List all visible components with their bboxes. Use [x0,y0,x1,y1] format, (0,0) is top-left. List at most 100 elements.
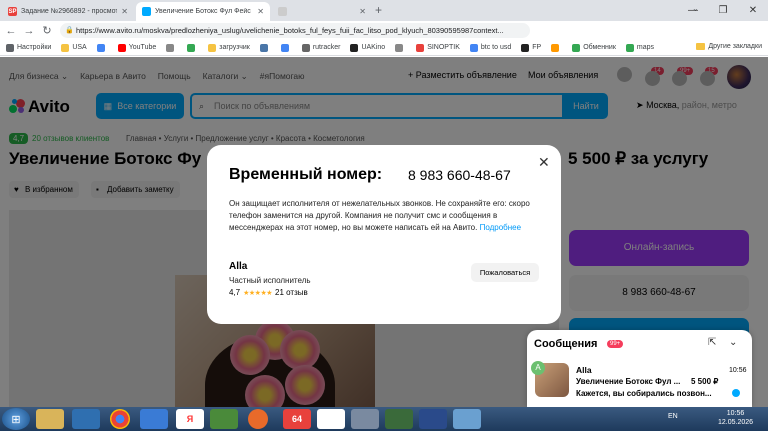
bookmark-item[interactable]: UAKino [350,43,386,52]
bookmark-icon [551,43,560,52]
bookmark-item[interactable]: btc to usd [469,43,512,52]
chat-subject: Увеличение Ботокс Фул ... [576,377,681,386]
bookmark-item[interactable] [395,43,406,52]
bookmark-icon [280,43,289,52]
other-bookmarks[interactable]: Другие закладки [696,43,762,50]
chat-preview[interactable]: Кажется, вы собирались позвон... [576,389,712,398]
app-icon[interactable] [385,409,413,429]
seller-role: Частный исполнитель [229,276,311,285]
avito-favicon-icon [142,7,151,16]
chevron-down-icon[interactable]: ⌄ [729,337,737,348]
dialog-description: Он защищает исполнителя от нежелательных… [229,198,549,234]
app-icon[interactable] [317,409,345,429]
bookmark-item[interactable] [187,43,198,52]
bookmark-item[interactable]: SINOPTIK [416,43,460,52]
windows-taskbar: ⊞ Я 64 EN 10:56 12.05.2026 [0,407,768,431]
bookmark-icon [350,43,359,52]
back-arrow-icon[interactable]: ← [4,25,18,37]
bookmark-item[interactable] [551,43,562,52]
bookmark-icon [166,43,175,52]
bookmark-icon [572,43,581,52]
bookmark-label: rutracker [312,44,341,51]
app-icon[interactable] [453,409,481,429]
explorer-icon[interactable] [36,409,64,429]
bookmark-item[interactable]: USA [61,43,87,52]
new-tab-plus-icon[interactable]: + [375,3,382,17]
tab-close-icon[interactable]: ✕ [257,7,264,16]
bookmark-item[interactable]: Обменник [572,43,616,52]
seller-name[interactable]: Alla [229,261,247,272]
temporary-number-dialog: ✕ Временный номер: 8 983 660-48-67 Он за… [207,145,561,324]
window-controls: — ❐ ✕ [678,0,768,21]
more-link[interactable]: Подробнее [480,223,522,232]
bookmark-item[interactable]: maps [625,43,654,52]
start-button[interactable]: ⊞ [2,408,30,430]
folder-icon [696,43,706,50]
bookmark-label: UAKino [361,44,386,51]
bookmark-item[interactable] [96,43,108,52]
rating-value: 4,7 [229,288,241,297]
forward-arrow-icon[interactable]: → [22,25,36,37]
bookmark-item[interactable]: YouTube [117,43,157,52]
app-icon[interactable] [72,409,100,429]
bookmark-label: YouTube [128,44,157,51]
url-field[interactable]: 🔒 https://www.avito.ru/moskva/predlozhen… [60,23,530,38]
bookmark-icon [416,43,425,52]
yandex-icon[interactable]: Я [176,409,204,429]
bookmark-icon [96,43,105,52]
app-icon[interactable] [210,409,238,429]
app-icon[interactable] [351,409,379,429]
minimize-button[interactable]: — [678,0,708,21]
aida64-icon[interactable]: 64 [283,409,311,429]
bookmark-item[interactable] [259,43,271,52]
reviews-count[interactable]: 21 отзыв [275,288,308,297]
chat-name[interactable]: Alla [576,365,592,375]
phone-number: 8 983 660-48-67 [408,167,511,183]
bookmark-icon [301,43,310,52]
bookmark-item[interactable]: загрузчик [208,43,250,52]
tab-label: Задание №2966892 - просмотр з [21,8,118,15]
bookmark-icon [117,43,126,52]
bookmark-item[interactable] [166,43,177,52]
url-text: https://www.avito.ru/moskva/predlozheniy… [76,26,504,35]
chat-avatar: A [531,361,545,375]
bookmark-icon [625,43,634,52]
close-icon[interactable]: ✕ [538,154,550,171]
bookmark-item[interactable]: rutracker [301,43,341,52]
chat-time: 10:56 [729,367,747,374]
tab-close-icon[interactable]: ✕ [121,7,128,16]
bookmark-icon [469,43,478,52]
bookmark-icon [259,43,268,52]
chrome-icon[interactable] [110,409,130,429]
complain-button[interactable]: Пожаловаться [471,263,539,282]
tab-task[interactable]: SP Задание №2966892 - просмотр з ✕ [2,2,134,21]
bookmark-label: загрузчик [219,44,250,51]
tab-avito[interactable]: Увеличение Ботокс Фул Фейс Fuii ✕ [136,2,270,21]
bookmark-icon [6,43,14,52]
app-icon[interactable] [419,409,447,429]
bookmarks-bar: Настройки USA YouTube загрузчик rutracker UAK… [0,40,768,56]
tab-favicon-icon [278,7,287,16]
reload-icon[interactable]: ↻ [40,24,54,37]
window-close-button[interactable]: ✕ [738,0,768,21]
system-clock[interactable]: 10:56 12.05.2026 [718,409,753,427]
tab-third[interactable]: ✕ [272,2,372,21]
open-external-icon[interactable]: ⇱ [708,337,716,348]
tab-close-icon[interactable]: ✕ [359,7,366,16]
language-indicator[interactable]: EN [668,413,678,420]
unread-dot [732,389,740,397]
bookmark-item[interactable]: FP [521,43,541,52]
media-player-icon[interactable] [248,409,268,429]
app-icon[interactable] [140,409,168,429]
maximize-button[interactable]: ❐ [708,0,738,21]
tab-favicon-icon: SP [8,7,17,16]
messages-title[interactable]: Сообщения [534,338,597,350]
bookmark-label: Обменник [583,44,616,51]
bookmark-item[interactable]: Настройки [6,43,51,52]
browser-tab-strip: SP Задание №2966892 - просмотр з ✕ Увели… [0,0,768,21]
bookmark-item[interactable] [280,43,292,52]
bookmark-label: btc to usd [480,44,512,51]
clock-time: 10:56 [726,410,745,417]
messages-badge: 99+ [607,340,624,348]
tab-label: Увеличение Ботокс Фул Фейс Fuii [155,8,254,15]
